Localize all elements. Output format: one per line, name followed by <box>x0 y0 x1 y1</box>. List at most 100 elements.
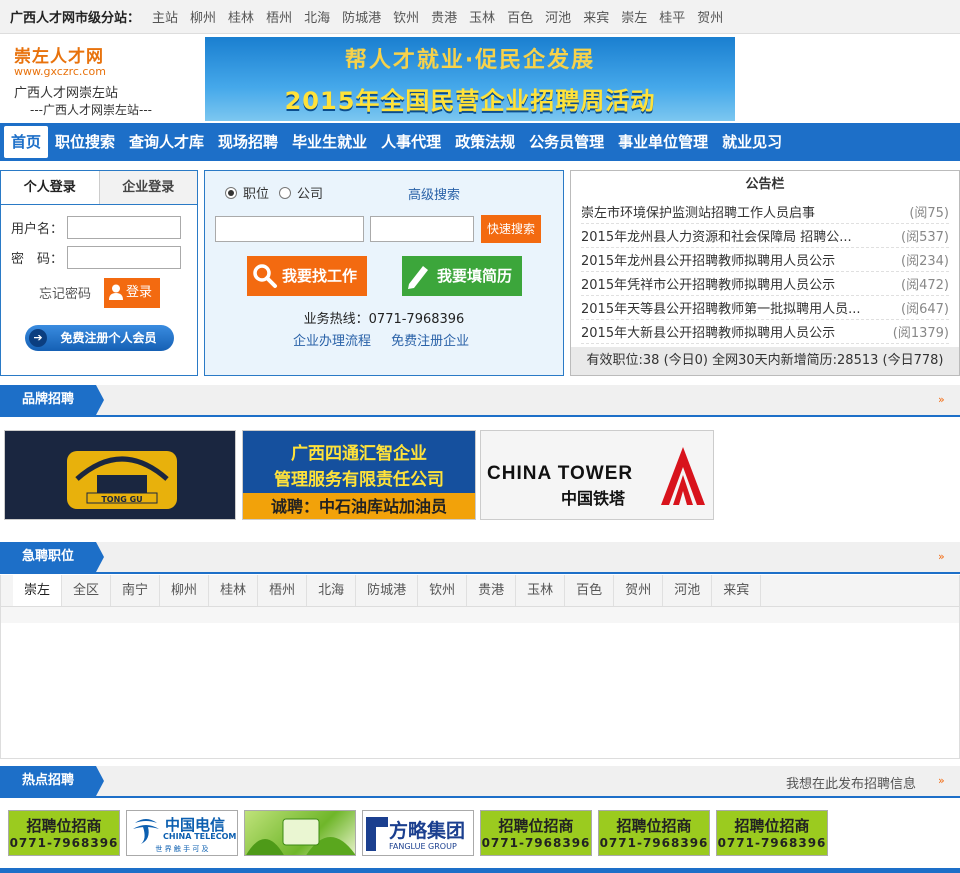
notice-item[interactable]: 2015年大新县公开招聘教师拟聘用人员公示 (阅1379) <box>581 320 949 344</box>
radio-job-dot[interactable] <box>225 186 237 199</box>
telecom-slogan: 世 界 触 手 可 及 <box>155 845 209 853</box>
substation-link[interactable]: 玉林 <box>469 7 495 26</box>
notice-item-title[interactable]: 2015年龙州县人力资源和社会保障局 招聘公... <box>581 226 852 245</box>
magnifier-icon <box>253 264 277 288</box>
substation-link[interactable]: 崇左 <box>621 7 647 26</box>
city-tab[interactable]: 贵港 <box>467 575 517 606</box>
substation-link[interactable]: 北海 <box>304 7 330 26</box>
tab-company-login[interactable]: 企业登录 <box>98 171 197 204</box>
city-tab[interactable]: 桂林 <box>209 575 259 606</box>
advanced-search-link[interactable]: 高级搜索 <box>408 184 460 203</box>
campaign-banner[interactable]: 帮人才就业·促民企发展 2015年全国民营企业招聘周活动 <box>205 37 735 121</box>
substation-link[interactable]: 防城港 <box>342 7 381 26</box>
search-panel: 职位 公司 高级搜索 快速搜索 我要找工作 我要填简历 业务热线：0771-79… <box>204 170 564 376</box>
city-tab[interactable]: 河池 <box>663 575 713 606</box>
substation-link[interactable]: 柳州 <box>190 7 216 26</box>
more-chevron-icon[interactable]: » <box>938 775 948 786</box>
enterprise-process-link[interactable]: 企业办理流程 <box>293 334 371 349</box>
nav-item-home[interactable]: 首页 <box>4 126 49 158</box>
fill-resume-button[interactable]: 我要填简历 <box>402 256 522 296</box>
banner-title: 2015年全国民营企业招聘周活动 <box>284 87 656 115</box>
notice-item[interactable]: 崇左市环境保护监测站招聘工作人员启事 (阅75) <box>581 200 949 224</box>
nav-item-job-search[interactable]: 职位搜索 <box>48 123 122 161</box>
notice-item[interactable]: 2015年龙州县公开招聘教师拟聘用人员公示 (阅234) <box>581 248 949 272</box>
find-job-label: 我要找工作 <box>281 267 357 285</box>
city-tab[interactable]: 钦州 <box>418 575 468 606</box>
city-tab[interactable]: 百色 <box>565 575 615 606</box>
username-input[interactable] <box>67 216 182 239</box>
city-tab[interactable]: 崇左 <box>13 575 63 606</box>
radio-company[interactable]: 公司 <box>279 183 323 202</box>
notice-item-title[interactable]: 崇左市环境保护监测站招聘工作人员启事 <box>581 202 815 221</box>
location-input[interactable] <box>370 216 474 242</box>
city-tab[interactable]: 防城港 <box>356 575 419 606</box>
substation-link[interactable]: 钦州 <box>393 7 419 26</box>
notice-item[interactable]: 2015年龙州县人力资源和社会保障局 招聘公... (阅537) <box>581 224 949 248</box>
substation-link[interactable]: 贺州 <box>697 7 723 26</box>
banner-slogan: 帮人才就业·促民企发展 <box>344 48 596 73</box>
city-tab[interactable]: 贺州 <box>614 575 664 606</box>
more-chevron-icon[interactable]: » <box>938 394 948 405</box>
city-tab[interactable]: 来宾 <box>712 575 762 606</box>
city-tab[interactable]: 全区 <box>62 575 112 606</box>
tower-en: CHINA TOWER <box>487 463 634 484</box>
substation-link[interactable]: 桂林 <box>228 7 254 26</box>
nav-item-graduates[interactable]: 毕业生就业 <box>285 123 374 161</box>
find-job-button[interactable]: 我要找工作 <box>247 256 367 296</box>
nav-item-onsite[interactable]: 现场招聘 <box>211 123 285 161</box>
ad-slot-title: 招聘位招商 <box>616 817 692 835</box>
notice-item[interactable]: 2015年天等县公开招聘教师第一批拟聘用人员... (阅647) <box>581 296 949 320</box>
site-logo[interactable]: 崇左人才网 www.gxczrc.com 广西人才网崇左站 ---广西人才网崇左… <box>14 42 194 118</box>
nav-item-hr-agency[interactable]: 人事代理 <box>374 123 448 161</box>
nav-item-talent-pool[interactable]: 查询人才库 <box>122 123 211 161</box>
substation-link[interactable]: 主站 <box>152 7 178 26</box>
forgot-password-link[interactable]: 忘记密码 <box>39 283 91 302</box>
login-button[interactable]: 登录 <box>104 278 160 308</box>
more-chevron-icon[interactable]: » <box>938 551 948 562</box>
nav-item-civil-servant[interactable]: 公务员管理 <box>522 123 611 161</box>
urgent-city-tabs: 崇左 全区 南宁 柳州 桂林 梧州 北海 防城港 钦州 贵港 玉林 百色 贺州 … <box>0 575 960 607</box>
password-input[interactable] <box>67 246 182 269</box>
radio-job[interactable]: 职位 <box>225 183 269 202</box>
hot-ad-slot[interactable]: 招聘位招商 0771-7968396 <box>480 810 592 856</box>
hot-ad-slot[interactable]: 招聘位招商 0771-7968396 <box>716 810 828 856</box>
quick-search-button[interactable]: 快速搜索 <box>481 215 541 243</box>
tab-personal-login[interactable]: 个人登录 <box>1 171 99 204</box>
notice-item-title[interactable]: 2015年天等县公开招聘教师第一批拟聘用人员... <box>581 298 860 317</box>
nav-item-public-institution[interactable]: 事业单位管理 <box>611 123 715 161</box>
notice-item-title[interactable]: 2015年凭祥市公开招聘教师拟聘用人员公示 <box>581 274 835 293</box>
register-person-button[interactable]: ➔ 免费注册个人会员 <box>25 325 174 351</box>
substation-link[interactable]: 桂平 <box>659 7 685 26</box>
post-ad-link[interactable]: 我想在此发布招聘信息 <box>786 773 916 792</box>
hot-ad-slot[interactable]: 招聘位招商 0771-7968396 <box>598 810 710 856</box>
hot-ad-telecom[interactable]: 中国电信 CHINA TELECOM 世 界 触 手 可 及 <box>126 810 238 856</box>
ad-slot-title: 招聘位招商 <box>26 817 102 835</box>
substation-link[interactable]: 贵港 <box>431 7 457 26</box>
enterprise-register-link[interactable]: 免费注册企业 <box>391 334 469 349</box>
substation-link[interactable]: 来宾 <box>583 7 609 26</box>
hot-ad-fanglue[interactable]: 方略集团 FANGLUE GROUP <box>362 810 474 856</box>
radio-company-dot[interactable] <box>279 186 291 199</box>
brand-ad-sitong[interactable]: 广西四通汇智企业 管理服务有限责任公司 诚聘：中石油库站加油员 <box>242 430 476 520</box>
hot-ad-green-banner[interactable] <box>244 810 356 856</box>
city-tab[interactable]: 北海 <box>307 575 357 606</box>
ad-slot-title: 招聘位招商 <box>498 817 574 835</box>
brand-ad-china-tower[interactable]: CHINA TOWER 中国铁塔 <box>480 430 714 520</box>
nav-item-internship[interactable]: 就业见习 <box>715 123 789 161</box>
substation-link[interactable]: 河池 <box>545 7 571 26</box>
notice-item[interactable]: 2015年凭祥市公开招聘教师拟聘用人员公示 (阅472) <box>581 272 949 296</box>
keyword-input[interactable] <box>215 216 364 242</box>
substation-link[interactable]: 梧州 <box>266 7 292 26</box>
hot-ad-slot[interactable]: 招聘位招商 0771-7968396 <box>8 810 120 856</box>
city-tab[interactable]: 玉林 <box>516 575 566 606</box>
city-tab[interactable]: 柳州 <box>160 575 210 606</box>
fill-resume-label: 我要填简历 <box>436 267 512 285</box>
notice-item-title[interactable]: 2015年大新县公开招聘教师拟聘用人员公示 <box>581 322 835 341</box>
city-tab[interactable]: 梧州 <box>258 575 308 606</box>
arrow-right-icon: ➔ <box>29 329 47 347</box>
city-tab[interactable]: 南宁 <box>111 575 161 606</box>
brand-ad-tonggu[interactable]: TONG GU <box>4 430 236 520</box>
nav-item-policy[interactable]: 政策法规 <box>448 123 522 161</box>
notice-item-title[interactable]: 2015年龙州县公开招聘教师拟聘用人员公示 <box>581 250 835 269</box>
substation-link[interactable]: 百色 <box>507 7 533 26</box>
